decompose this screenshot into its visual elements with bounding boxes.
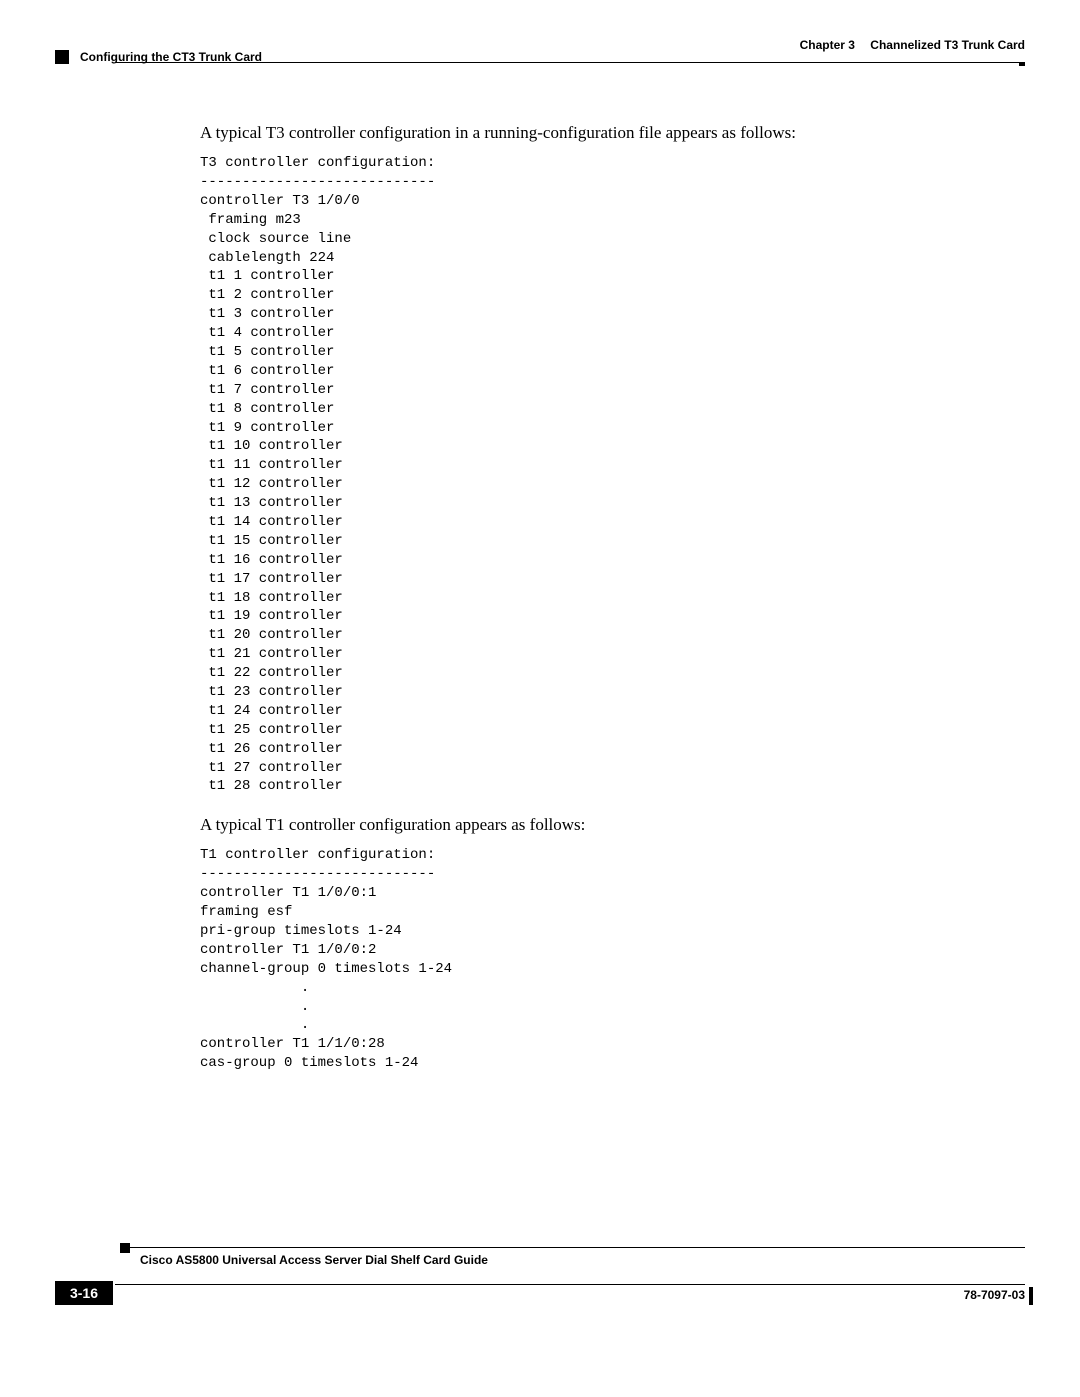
footer-rule-bottom [115, 1284, 1025, 1285]
page-number: 3-16 [55, 1281, 113, 1305]
header-right: Chapter 3 Channelized T3 Trunk Card [800, 38, 1025, 52]
footer-rule-top [120, 1247, 1025, 1248]
chapter-title: Channelized T3 Trunk Card [870, 38, 1025, 52]
footer-right-tick [1029, 1287, 1033, 1305]
doc-number: 78-7097-03 [964, 1288, 1025, 1302]
intro-paragraph-t3: A typical T3 controller configuration in… [200, 122, 980, 144]
page-body: A typical T3 controller configuration in… [200, 122, 980, 1091]
code-block-t1-config: T1 controller configuration: -----------… [200, 846, 980, 1073]
guide-title: Cisco AS5800 Universal Access Server Dia… [140, 1253, 488, 1267]
page: Chapter 3 Channelized T3 Trunk Card Conf… [0, 0, 1080, 1397]
chapter-label: Chapter 3 [800, 38, 855, 52]
code-block-t3-config: T3 controller configuration: -----------… [200, 154, 980, 796]
header-marker-icon [55, 50, 69, 64]
intro-paragraph-t1: A typical T1 controller configuration ap… [200, 814, 980, 836]
section-title: Configuring the CT3 Trunk Card [80, 50, 262, 64]
footer-marker-icon [120, 1243, 130, 1253]
header-rule-tick [1019, 62, 1025, 66]
